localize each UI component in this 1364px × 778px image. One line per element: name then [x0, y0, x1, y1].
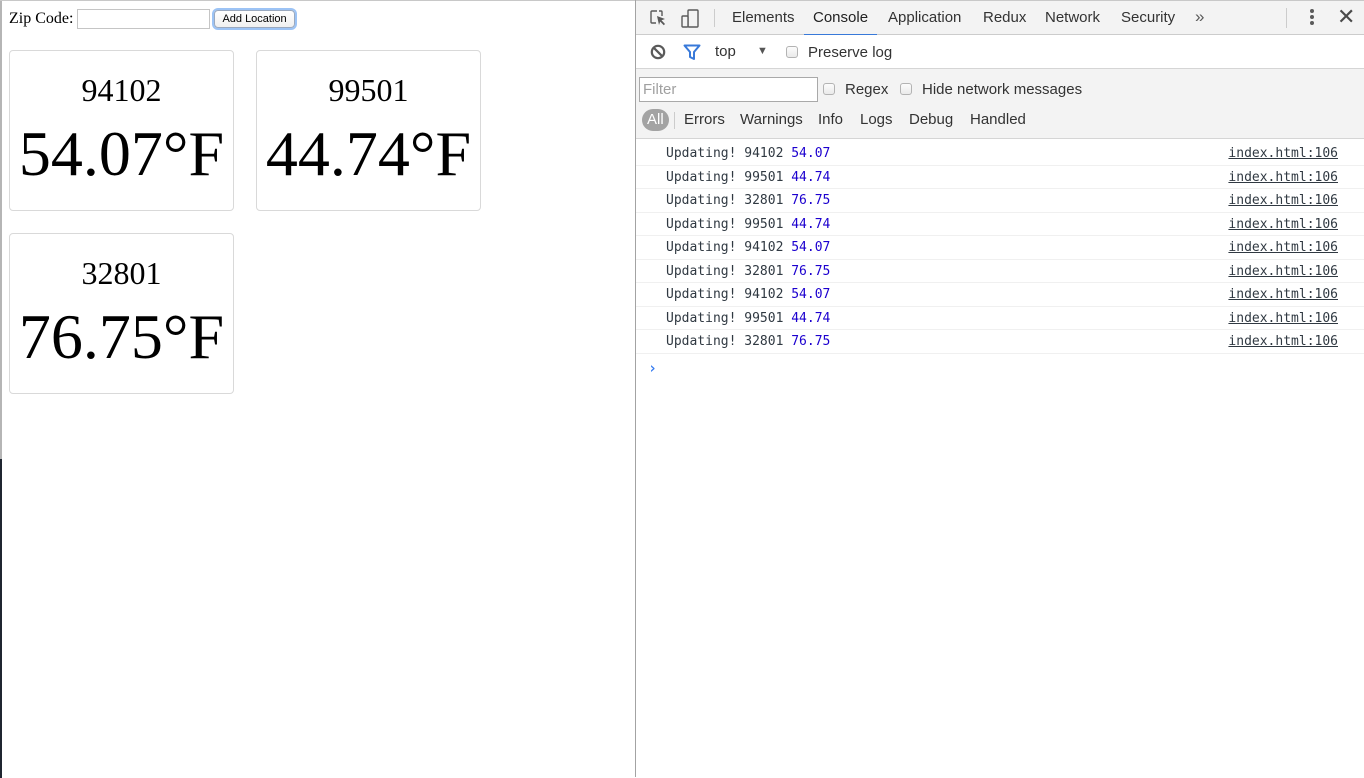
- close-devtools-icon[interactable]: ✕: [1337, 5, 1355, 29]
- location-zip: 99501: [328, 72, 409, 108]
- console-prompt[interactable]: ›: [636, 354, 1364, 380]
- devtools-tab-bar: Elements Console Application Redux Netwo…: [636, 0, 1364, 36]
- filter-icon[interactable]: [683, 44, 701, 61]
- console-message: Updating! 32801 76.75 index.html:106: [636, 260, 1364, 284]
- console-message: Updating! 94102 54.07 index.html:106: [636, 283, 1364, 307]
- message-value: 54.07: [791, 287, 831, 302]
- tab-application[interactable]: Application: [888, 1, 961, 35]
- message-value: 76.75: [791, 263, 831, 279]
- location-card: 32801 76.75°F: [9, 233, 234, 394]
- console-message: Updating! 32801 76.75 index.html:106: [636, 189, 1364, 213]
- message-text: Updating! 94102: [666, 287, 784, 302]
- web-page: Zip Code: Add Location 94102 54.07°F 995…: [0, 0, 635, 778]
- message-text: Updating! 99501: [666, 169, 784, 185]
- console-messages: Updating! 94102 54.07 index.html:106 Upd…: [636, 142, 1364, 380]
- tab-network[interactable]: Network: [1045, 1, 1100, 35]
- regex-checkbox[interactable]: [823, 83, 835, 95]
- device-toolbar-icon[interactable]: [681, 9, 699, 28]
- tab-security[interactable]: Security: [1121, 1, 1175, 35]
- message-value: 76.75: [791, 193, 831, 208]
- page-left-edge: [0, 1, 2, 461]
- tab-separator: [714, 9, 715, 27]
- add-location-form: Zip Code: Add Location: [9, 9, 295, 29]
- message-text: Updating! 99501: [666, 310, 784, 326]
- console-filter-input[interactable]: [639, 77, 818, 102]
- level-debug[interactable]: Debug: [909, 109, 953, 131]
- message-source-link[interactable]: index.html:106: [1228, 166, 1338, 190]
- message-value: 76.75: [791, 334, 831, 349]
- message-source-link[interactable]: index.html:106: [1228, 189, 1338, 213]
- message-source-link[interactable]: index.html:106: [1228, 307, 1338, 331]
- add-location-button[interactable]: Add Location: [214, 10, 295, 28]
- message-source-link[interactable]: index.html:106: [1228, 213, 1338, 237]
- location-zip: 94102: [81, 72, 162, 108]
- location-temperature: 44.74°F: [265, 118, 472, 189]
- page-left-edge-dark: [0, 459, 2, 778]
- console-message: Updating! 94102 54.07 index.html:106: [636, 236, 1364, 260]
- location-card: 94102 54.07°F: [9, 50, 234, 211]
- message-source-link[interactable]: index.html:106: [1228, 142, 1338, 166]
- message-text: Updating! 32801: [666, 334, 784, 349]
- console-message: Updating! 99501 44.74 index.html:106: [636, 213, 1364, 237]
- location-zip: 32801: [81, 255, 162, 291]
- more-tabs-icon[interactable]: »: [1195, 7, 1205, 27]
- console-message: Updating! 94102 54.07 index.html:106: [636, 142, 1364, 166]
- level-info[interactable]: Info: [818, 109, 843, 131]
- level-separator: [674, 112, 675, 129]
- clear-console-icon[interactable]: [650, 44, 666, 60]
- inspect-element-icon[interactable]: [650, 10, 666, 26]
- message-source-link[interactable]: index.html:106: [1228, 283, 1338, 307]
- tab-elements[interactable]: Elements: [732, 1, 795, 35]
- console-message: Updating! 99501 44.74 index.html:106: [636, 166, 1364, 190]
- hide-network-checkbox[interactable]: [900, 83, 912, 95]
- zip-code-input[interactable]: [77, 9, 211, 29]
- location-card: 99501 44.74°F: [256, 50, 481, 211]
- hide-network-label: Hide network messages: [922, 81, 1083, 98]
- preserve-log-checkbox[interactable]: [786, 46, 798, 58]
- tab-separator: [1286, 8, 1287, 28]
- preserve-log-label: Preserve log: [808, 44, 893, 61]
- message-source-link[interactable]: index.html:106: [1228, 330, 1338, 354]
- message-value: 54.07: [791, 146, 831, 161]
- message-text: Updating! 94102: [666, 240, 784, 255]
- message-value: 44.74: [791, 216, 831, 232]
- console-message: Updating! 99501 44.74 index.html:106: [636, 307, 1364, 331]
- tab-redux[interactable]: Redux: [983, 1, 1026, 35]
- message-value: 54.07: [791, 240, 831, 255]
- message-source-link[interactable]: index.html:106: [1228, 260, 1338, 284]
- location-temperature: 54.07°F: [18, 118, 225, 189]
- message-source-link[interactable]: index.html:106: [1228, 236, 1338, 260]
- prompt-chevron-icon: ›: [648, 358, 658, 377]
- message-text: Updating! 32801: [666, 263, 784, 279]
- message-value: 44.74: [791, 310, 831, 326]
- level-handled[interactable]: Handled: [970, 109, 1026, 131]
- message-value: 44.74: [791, 169, 831, 185]
- level-all[interactable]: All: [642, 109, 669, 131]
- context-selector[interactable]: top: [715, 43, 736, 60]
- message-text: Updating! 32801: [666, 193, 784, 208]
- console-message: Updating! 32801 76.75 index.html:106: [636, 330, 1364, 354]
- message-text: Updating! 99501: [666, 216, 784, 232]
- customize-menu-icon[interactable]: [1309, 8, 1315, 28]
- console-filter-bar: Regex Hide network messages All Errors W…: [636, 69, 1364, 139]
- console-toolbar: top ▼ Preserve log: [636, 35, 1364, 69]
- level-logs[interactable]: Logs: [860, 109, 893, 131]
- location-temperature: 76.75°F: [18, 301, 225, 372]
- zip-code-label: Zip Code:: [9, 10, 74, 27]
- tab-console[interactable]: Console: [803, 1, 878, 36]
- context-dropdown-arrow-icon[interactable]: ▼: [757, 45, 768, 57]
- devtools-panel: Elements Console Application Redux Netwo…: [635, 0, 1364, 777]
- regex-label: Regex: [845, 81, 889, 98]
- message-text: Updating! 94102: [666, 146, 784, 161]
- level-warnings[interactable]: Warnings: [740, 109, 803, 131]
- level-errors[interactable]: Errors: [684, 109, 725, 131]
